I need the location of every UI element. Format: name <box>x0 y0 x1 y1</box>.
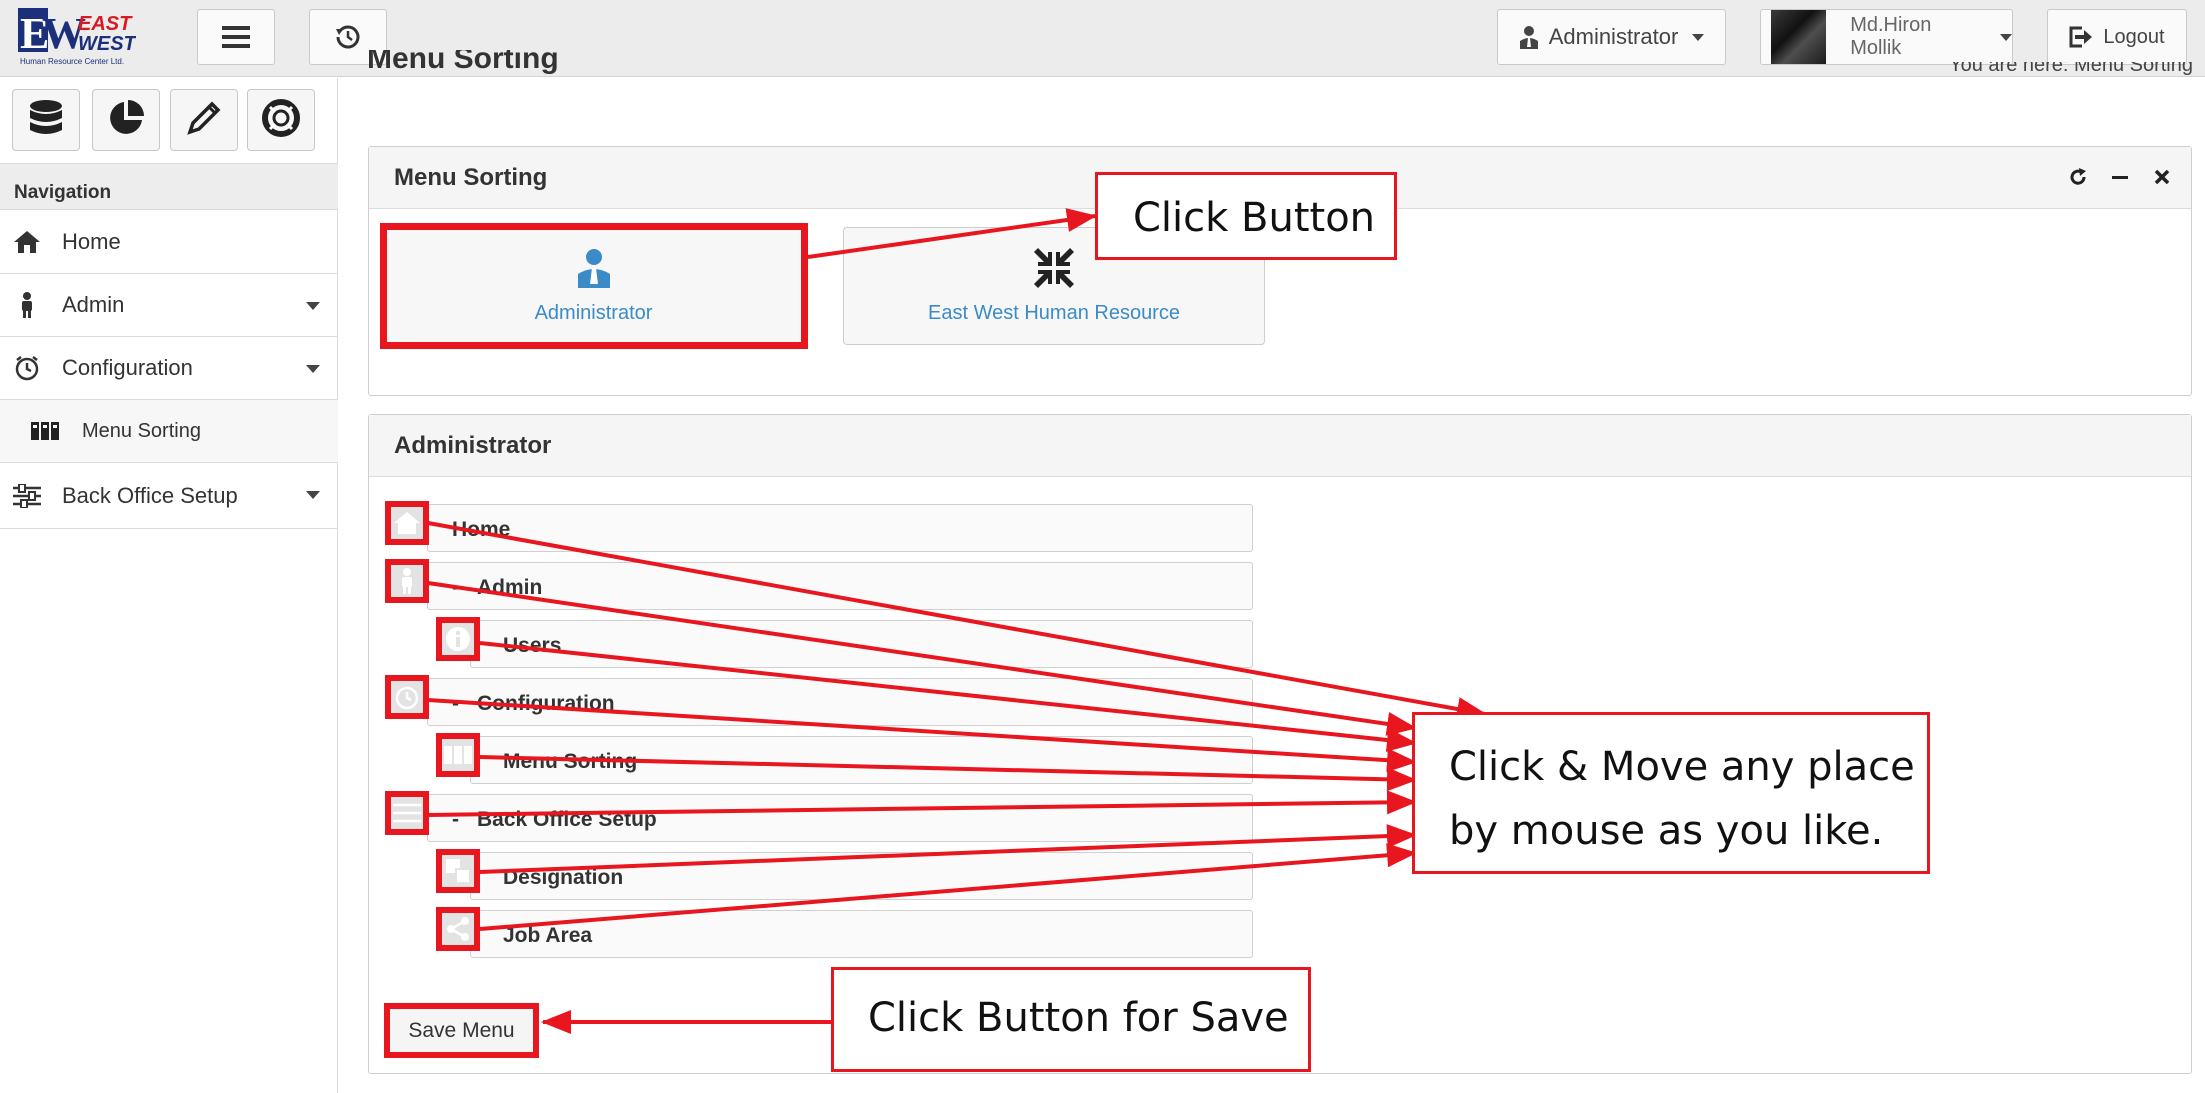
sidebar: Navigation Home Admin Configuration Menu… <box>0 78 338 1093</box>
menu-tree-label: Admin <box>477 576 543 599</box>
home-icon <box>12 231 42 253</box>
sidebar-shortcuts <box>0 78 338 162</box>
svg-text:Human Resource Center Ltd.: Human Resource Center Ltd. <box>20 57 124 66</box>
clone-icon[interactable] <box>436 849 480 893</box>
shortcut-edit-button[interactable] <box>170 89 238 151</box>
user-tie-icon <box>1519 25 1539 49</box>
share-icon[interactable] <box>436 907 480 951</box>
menu-tree-label: Job Area <box>503 924 593 947</box>
close-icon[interactable] <box>2151 166 2173 188</box>
pie-chart-icon <box>106 98 146 143</box>
role-card-label: East West Human Resource <box>928 301 1180 324</box>
history-icon <box>334 23 362 51</box>
caret-down-icon <box>1692 33 1705 41</box>
sidebar-item-label: Configuration <box>62 355 193 380</box>
sidebar-item-label: Menu Sorting <box>82 419 201 442</box>
compress-icon <box>1034 247 1074 294</box>
menu-tree-prefix: - <box>452 576 459 599</box>
shortcut-support-button[interactable] <box>247 89 315 151</box>
minimize-icon[interactable] <box>2109 166 2131 188</box>
caret-down-icon <box>306 491 320 499</box>
annotation-click-button: Click Button <box>1095 172 1397 260</box>
menu-tree-prefix: - <box>452 692 459 715</box>
life-ring-icon <box>261 98 301 143</box>
info-icon[interactable] <box>436 617 480 661</box>
sidebar-toggle-button[interactable] <box>197 9 275 65</box>
company-logo[interactable]: E W EAST WEST Human Resource Center Ltd. <box>18 8 138 68</box>
sidebar-item-configuration[interactable]: Configuration <box>0 337 338 400</box>
sliders-icon[interactable] <box>385 791 429 835</box>
menu-tree-item-home[interactable] <box>427 504 1253 552</box>
user-icon <box>12 292 42 318</box>
pencil-icon <box>184 98 224 143</box>
columns-icon[interactable] <box>436 733 480 777</box>
svg-text:EAST: EAST <box>78 13 133 35</box>
sliders-icon <box>12 483 42 508</box>
logout-label: Logout <box>2103 25 2165 48</box>
page-title: Menu Sorting <box>367 50 559 75</box>
menu-tree-label: Users <box>503 634 562 657</box>
user-name: Md.Hiron Mollik <box>1850 14 1932 59</box>
annotation-line: Click & Move any place <box>1449 744 1915 790</box>
database-icon <box>26 98 66 143</box>
annotation-line: by mouse as you like. <box>1449 808 1884 854</box>
user-icon[interactable] <box>385 559 429 603</box>
breadcrumb: You are here: Menu Sorting <box>1949 62 2193 76</box>
shortcut-reports-button[interactable] <box>92 89 160 151</box>
annotation-save-hint: Click Button for Save <box>831 967 1311 1072</box>
annotation-drag-hint: Click & Move any place by mouse as you l… <box>1412 712 1930 874</box>
sidebar-item-back-office-setup[interactable]: Back Office Setup <box>0 463 338 529</box>
sidebar-item-home[interactable]: Home <box>0 211 338 274</box>
menu-tree-item-users[interactable] <box>470 620 1253 668</box>
caret-down-icon <box>306 302 320 310</box>
navigation-header: Navigation <box>0 163 338 210</box>
columns-icon <box>30 422 60 440</box>
clock-icon[interactable] <box>385 675 429 719</box>
avatar <box>1771 10 1827 64</box>
refresh-icon[interactable] <box>2067 166 2089 188</box>
sidebar-item-label: Back Office Setup <box>62 482 238 508</box>
menu-tree-label: Back Office Setup <box>477 808 657 831</box>
clock-icon <box>12 355 42 381</box>
sidebar-item-label: Admin <box>62 292 125 317</box>
user-menu-dropdown[interactable]: Md.Hiron Mollik <box>1760 9 2013 65</box>
caret-down-icon <box>306 365 320 373</box>
sidebar-item-label: Home <box>62 229 121 254</box>
caret-down-icon <box>2000 33 2012 41</box>
sidebar-item-admin[interactable]: Admin <box>0 274 338 337</box>
menu-tree-label: Configuration <box>477 692 615 715</box>
save-menu-button[interactable]: Save Menu <box>384 1003 539 1058</box>
annotation-highlight-box <box>380 223 808 349</box>
top-navbar: E W EAST WEST Human Resource Center Ltd.… <box>0 0 2205 77</box>
menu-tree-item-admin[interactable] <box>427 562 1253 610</box>
menu-tree-label: Designation <box>503 866 624 889</box>
home-icon[interactable] <box>385 501 429 545</box>
panel-tools <box>2067 166 2173 188</box>
logout-button[interactable]: Logout <box>2047 9 2187 65</box>
role-dropdown[interactable]: Administrator <box>1497 9 1726 65</box>
menu-tree-prefix: - <box>452 808 459 831</box>
shortcut-database-button[interactable] <box>12 89 80 151</box>
logout-icon <box>2069 26 2093 48</box>
svg-text:WEST: WEST <box>78 33 136 55</box>
hamburger-icon <box>222 26 250 48</box>
menu-tree-label: Menu Sorting <box>503 750 638 773</box>
panel-title: Administrator <box>369 415 2191 477</box>
sidebar-item-menu-sorting[interactable]: Menu Sorting <box>0 400 338 463</box>
menu-tree-label: Home <box>452 518 511 541</box>
role-label: Administrator <box>1548 24 1679 49</box>
